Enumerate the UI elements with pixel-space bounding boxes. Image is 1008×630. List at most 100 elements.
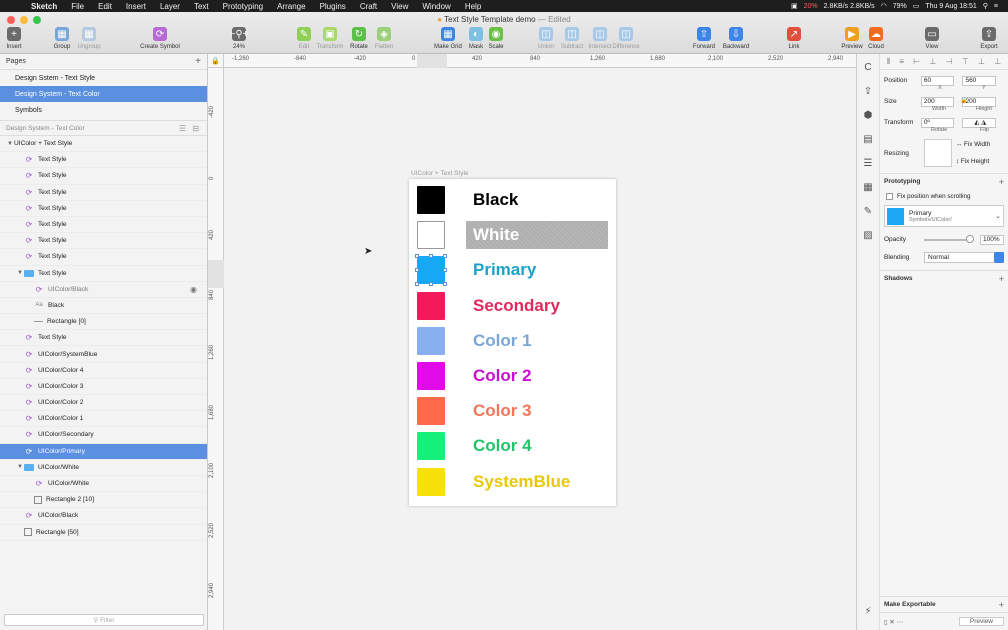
menu-prototyping[interactable]: Prototyping (216, 2, 270, 11)
list-icon[interactable]: ☰ (862, 158, 874, 170)
color-label-secondary[interactable]: Secondary (473, 292, 560, 320)
color-swatch-primary[interactable] (417, 256, 445, 285)
notification-icon[interactable]: ≡ (994, 3, 998, 10)
color-swatch-systemblue[interactable] (417, 467, 445, 496)
layer-item[interactable]: ⟳ UIColor/Secondary (0, 427, 207, 444)
selection-handle[interactable] (415, 268, 419, 273)
color-row-secondary[interactable]: Secondary (409, 291, 616, 327)
layers-icon[interactable]: ▤ (862, 134, 874, 146)
menu-craft[interactable]: Craft (353, 2, 384, 11)
lock-ratio-icon[interactable]: 🔒 (960, 97, 967, 104)
toolbar-backward-button[interactable]: ⇩ Backward (716, 27, 756, 50)
color-swatch-color-4[interactable] (417, 432, 445, 461)
craft-icon[interactable]: C (862, 62, 874, 74)
share-icon[interactable]: ⇪ (862, 86, 874, 98)
hexagon-icon[interactable]: ⬢ (862, 110, 874, 122)
export-slice-icon[interactable]: ▯ ✕ ⋯ (884, 618, 903, 626)
screen-icon[interactable]: ▣ (791, 2, 798, 10)
opacity-slider-knob[interactable] (966, 234, 974, 243)
fix-width-option[interactable]: ↔ Fix Width (956, 141, 990, 148)
disclosure-triangle-icon[interactable]: ▼ (16, 464, 24, 470)
color-label-white[interactable]: White (466, 221, 608, 250)
menu-plugins[interactable]: Plugins (313, 2, 353, 11)
distribute-h-icon[interactable]: ⫴ (887, 57, 890, 67)
select-arrows-icon[interactable] (994, 251, 1004, 263)
selection-handle[interactable] (443, 282, 447, 287)
toolbar-export-button[interactable]: ⇪ Export (969, 27, 1008, 50)
vertical-ruler[interactable]: -420 0 420 840 1,260 1,680 2,100 2,520 2,940 (208, 68, 224, 630)
clock[interactable]: Thu 9 Aug 18:51 (925, 3, 976, 10)
layer-item[interactable]: ⟳ Text Style (0, 185, 207, 201)
color-label-color-1[interactable]: Color 1 (473, 327, 532, 355)
layer-item[interactable]: ⟳ UIColor/Color 2 (0, 395, 207, 412)
shared-style-picker[interactable]: Primary Symbols/UIColor/ ⌄ (884, 205, 1004, 227)
toolbar-ungroup-button[interactable]: ▦ Ungroup (69, 27, 109, 50)
align-middle-icon[interactable]: ⊥ (978, 57, 985, 66)
layer-item[interactable]: ⟳ UIColor/Black (0, 508, 207, 525)
export-preview-button[interactable]: Preview (958, 617, 1004, 626)
color-label-systemblue[interactable]: SystemBlue (473, 468, 570, 496)
layer-item[interactable]: ▼ Text Style (0, 266, 207, 282)
make-exportable-label[interactable]: Make Exportable (884, 601, 936, 608)
align-top-icon[interactable]: ⊤ (962, 57, 969, 66)
layer-item[interactable]: ⟳ Text Style (0, 249, 207, 266)
selection-handle[interactable] (415, 282, 419, 287)
layer-item[interactable]: ⟳ UIColor/SystemBlue (0, 346, 207, 363)
color-row-systemblue[interactable]: SystemBlue (409, 467, 616, 503)
menu-app[interactable]: Sketch (24, 2, 64, 11)
page-item-symbols[interactable]: Symbols (0, 102, 207, 118)
color-row-color-2[interactable]: Color 2 (409, 362, 616, 397)
chevron-down-icon[interactable]: ⌄ (995, 212, 1001, 220)
resizing-widget[interactable] (924, 139, 952, 167)
toolbar-scale-button[interactable]: ◉ Scale (476, 27, 516, 50)
layer-item[interactable]: ⟳ Text Style (0, 152, 207, 169)
color-swatch-black[interactable] (417, 186, 445, 214)
horizontal-ruler[interactable]: -1,260 -840 -420 0 420 840 1,260 1,680 2,100 2,52… (224, 54, 856, 68)
layer-item[interactable]: Aa Black (0, 298, 207, 315)
menu-text[interactable]: Text (187, 2, 216, 11)
menu-help[interactable]: Help (458, 2, 488, 11)
color-label-color-4[interactable]: Color 4 (473, 432, 532, 460)
layer-item[interactable]: ⟳ UIColor/Color 3 (0, 379, 207, 395)
color-row-color-3[interactable]: Color 3 (409, 397, 616, 432)
add-prototyping-icon[interactable]: + (999, 177, 1004, 187)
color-swatch-white[interactable] (417, 221, 445, 250)
grid-icon[interactable]: ▦ (862, 182, 874, 194)
menu-view[interactable]: View (384, 2, 415, 11)
selection-handle[interactable] (443, 268, 447, 273)
layer-item[interactable]: ⟳ Text Style (0, 201, 207, 217)
fix-scroll-option[interactable]: Fix position when scrolling (880, 189, 1008, 203)
battery-main[interactable]: 79% (893, 3, 907, 10)
fix-height-option[interactable]: ↕ Fix Height (956, 158, 989, 165)
selection-handle[interactable] (429, 254, 433, 259)
layer-list-options-icon[interactable]: ☰ ⊟ (179, 124, 201, 133)
opacity-field[interactable]: 100% (980, 234, 1004, 245)
spotlight-icon[interactable]: ⚲ (983, 2, 988, 10)
color-row-primary[interactable]: Primary (409, 254, 616, 291)
add-export-icon[interactable]: + (999, 600, 1004, 610)
width-field[interactable]: 200 (920, 96, 955, 107)
menu-insert[interactable]: Insert (119, 2, 153, 11)
layer-item[interactable]: ⟳ UIColor/Black ◉ (0, 282, 207, 298)
color-swatch-color-2[interactable] (417, 362, 445, 390)
toolbar-difference-button[interactable]: ◫ Difference (606, 27, 646, 50)
color-swatch-color-3[interactable] (417, 397, 445, 426)
menu-file[interactable]: File (64, 2, 91, 11)
layer-item[interactable]: ⟳ UIColor/Primary (0, 443, 207, 460)
selection-handle[interactable] (415, 254, 419, 259)
toolbar-link-button[interactable]: ↗ Link (774, 27, 814, 50)
disclosure-triangle-icon[interactable]: ▼ (6, 141, 14, 147)
layer-item[interactable]: ⟳ Text Style (0, 168, 207, 185)
layer-item[interactable]: Rectangle [0] (0, 314, 207, 331)
rotate-field[interactable]: 0º (920, 117, 955, 128)
selection-handle[interactable] (429, 282, 433, 287)
layer-item[interactable]: ⟳ UIColor/Color 1 (0, 411, 207, 428)
color-row-color-1[interactable]: Color 1 (409, 326, 616, 362)
toolbar-view-button[interactable]: ▭ View (912, 27, 952, 50)
menu-arrange[interactable]: Arrange (270, 2, 312, 11)
lightning-icon[interactable]: ⚡ (862, 606, 874, 618)
color-label-color-3[interactable]: Color 3 (473, 397, 532, 425)
toolbar-create-symbol-button[interactable]: ⟳ Create Symbol (140, 27, 180, 50)
wifi-icon[interactable]: ◠ (881, 2, 887, 10)
align-center-icon[interactable]: ⊥ (929, 57, 936, 66)
